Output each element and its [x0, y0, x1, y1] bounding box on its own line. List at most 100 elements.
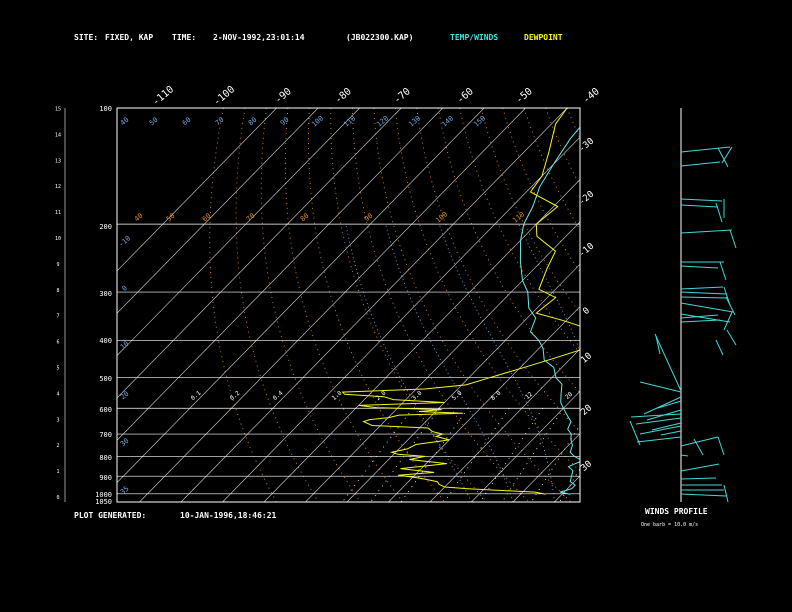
wind-barb	[680, 463, 720, 472]
dry-adiabat-line	[330, 108, 488, 502]
moist-adiabat-label: 35	[119, 485, 131, 497]
pressure-label: 800	[99, 454, 112, 462]
top-blue-label: 100	[310, 114, 325, 128]
isotherm-line	[222, 136, 580, 502]
pressure-label: 100	[99, 105, 112, 113]
wind-barb	[680, 319, 721, 323]
height-tick-label: 0	[56, 495, 59, 501]
moist-adiabat-label: 30	[119, 437, 131, 449]
pressure-label: 400	[99, 337, 112, 345]
wind-barb	[680, 198, 723, 202]
dry-adiabat-label: 110	[511, 210, 526, 224]
height-tick-label: 14	[55, 132, 61, 138]
moist-adiabat-label: 0	[121, 284, 129, 293]
mixing-ratio-label: 5.0	[451, 389, 464, 402]
top-blue-label: 140	[440, 114, 455, 128]
wind-barb	[635, 417, 682, 425]
isotherm-top-label: -100	[212, 84, 238, 108]
isotherm-right-label: 0	[581, 306, 592, 317]
isotherm-right-label: 30	[579, 459, 594, 474]
dry-adiabat-label: 60	[201, 212, 213, 224]
dewpoint-line	[341, 108, 580, 495]
pressure-label: 300	[99, 290, 112, 298]
isotherm-line	[721, 108, 792, 502]
mixing-ratio-line	[585, 408, 641, 502]
dry-adiabat-label: 100	[434, 210, 449, 224]
pressure-label: 600	[99, 406, 112, 414]
isotherm-line	[638, 108, 792, 502]
moist-adiabat-label: -10	[117, 234, 132, 248]
isotherm-line	[263, 179, 580, 502]
wind-barb	[680, 204, 719, 208]
pressure-label: 500	[99, 375, 112, 383]
wind-barb-flag	[715, 339, 724, 356]
isotherm-right-label: 10	[579, 351, 594, 366]
mixing-ratio-label: 1.0	[331, 389, 344, 402]
mixing-ratio-label: 0.4	[272, 389, 285, 402]
isotherm-line	[117, 108, 360, 357]
dry-adiabat-line	[260, 108, 361, 502]
wind-barb	[680, 436, 719, 447]
dry-adiabat-line	[610, 108, 792, 502]
dry-adiabat-label: 40	[133, 212, 145, 224]
wind-barb	[680, 229, 733, 234]
wind-barb	[680, 161, 721, 167]
dry-adiabat-line	[459, 108, 580, 354]
isotherm-top-label: -110	[151, 84, 177, 108]
isotherm-line	[346, 263, 580, 502]
height-tick-label: 13	[55, 158, 61, 164]
pressure-label: 1000	[95, 491, 112, 499]
moist-adiabat-line	[385, 223, 514, 502]
height-tick-label: 8	[56, 288, 59, 294]
top-blue-label: 150	[472, 114, 487, 128]
mixing-ratio-label: 8.0	[490, 389, 503, 402]
dry-adiabat-line	[653, 108, 792, 502]
dry-adiabat-label: 80	[299, 212, 311, 224]
mixing-ratio-label: 0.2	[229, 389, 242, 402]
wind-barb	[680, 291, 727, 295]
height-tick-label: 11	[55, 210, 61, 216]
dry-adiabat-line	[523, 108, 580, 231]
isotherm-line	[117, 108, 443, 441]
wind-barb-flag	[655, 335, 661, 355]
wind-barb	[630, 413, 682, 418]
wind-barb-flag	[719, 261, 727, 281]
wind-barb	[680, 286, 724, 290]
height-tick-label: 5	[56, 366, 59, 372]
wind-barb-flag	[717, 436, 725, 456]
isotherm-right-label: 20	[579, 403, 594, 418]
mixing-ratio-label: 12	[524, 391, 534, 401]
wind-barb	[654, 333, 682, 392]
height-tick-label: 6	[56, 340, 59, 346]
wind-barb-flag	[723, 484, 729, 503]
height-tick-label: 4	[56, 391, 59, 397]
isotherm-line	[139, 108, 526, 502]
temperature-line	[519, 126, 580, 495]
top-blue-label: 40	[119, 116, 131, 128]
wind-barb	[680, 454, 689, 457]
wind-barb	[639, 381, 682, 393]
mixing-ratio-line	[501, 407, 564, 502]
isotherm-line	[554, 475, 580, 502]
isotherm-top-label: -90	[273, 86, 294, 106]
wind-barb	[680, 477, 717, 480]
wind-barb-flag	[629, 420, 641, 446]
isotherm-line	[117, 108, 319, 314]
wind-barb-flag	[715, 202, 723, 223]
wind-barb	[680, 302, 734, 313]
isotherm-top-label: -80	[333, 86, 354, 106]
wind-barb	[680, 314, 719, 319]
isotherm-top-label: -60	[455, 86, 476, 106]
dry-adiabat-line	[566, 108, 580, 140]
wind-barb	[680, 146, 731, 153]
dry-adiabat-line	[209, 108, 277, 502]
moist-adiabat-label: 10	[119, 340, 131, 352]
isotherm-line	[117, 108, 277, 272]
wind-barb	[636, 436, 682, 443]
isotherm-line	[388, 306, 580, 502]
wind-barb-flag	[721, 146, 733, 164]
isotherm-line	[429, 348, 580, 502]
dry-adiabat-line	[696, 108, 792, 502]
pressure-label: 900	[99, 474, 112, 482]
mixing-ratio-label: 2.0	[375, 389, 388, 402]
